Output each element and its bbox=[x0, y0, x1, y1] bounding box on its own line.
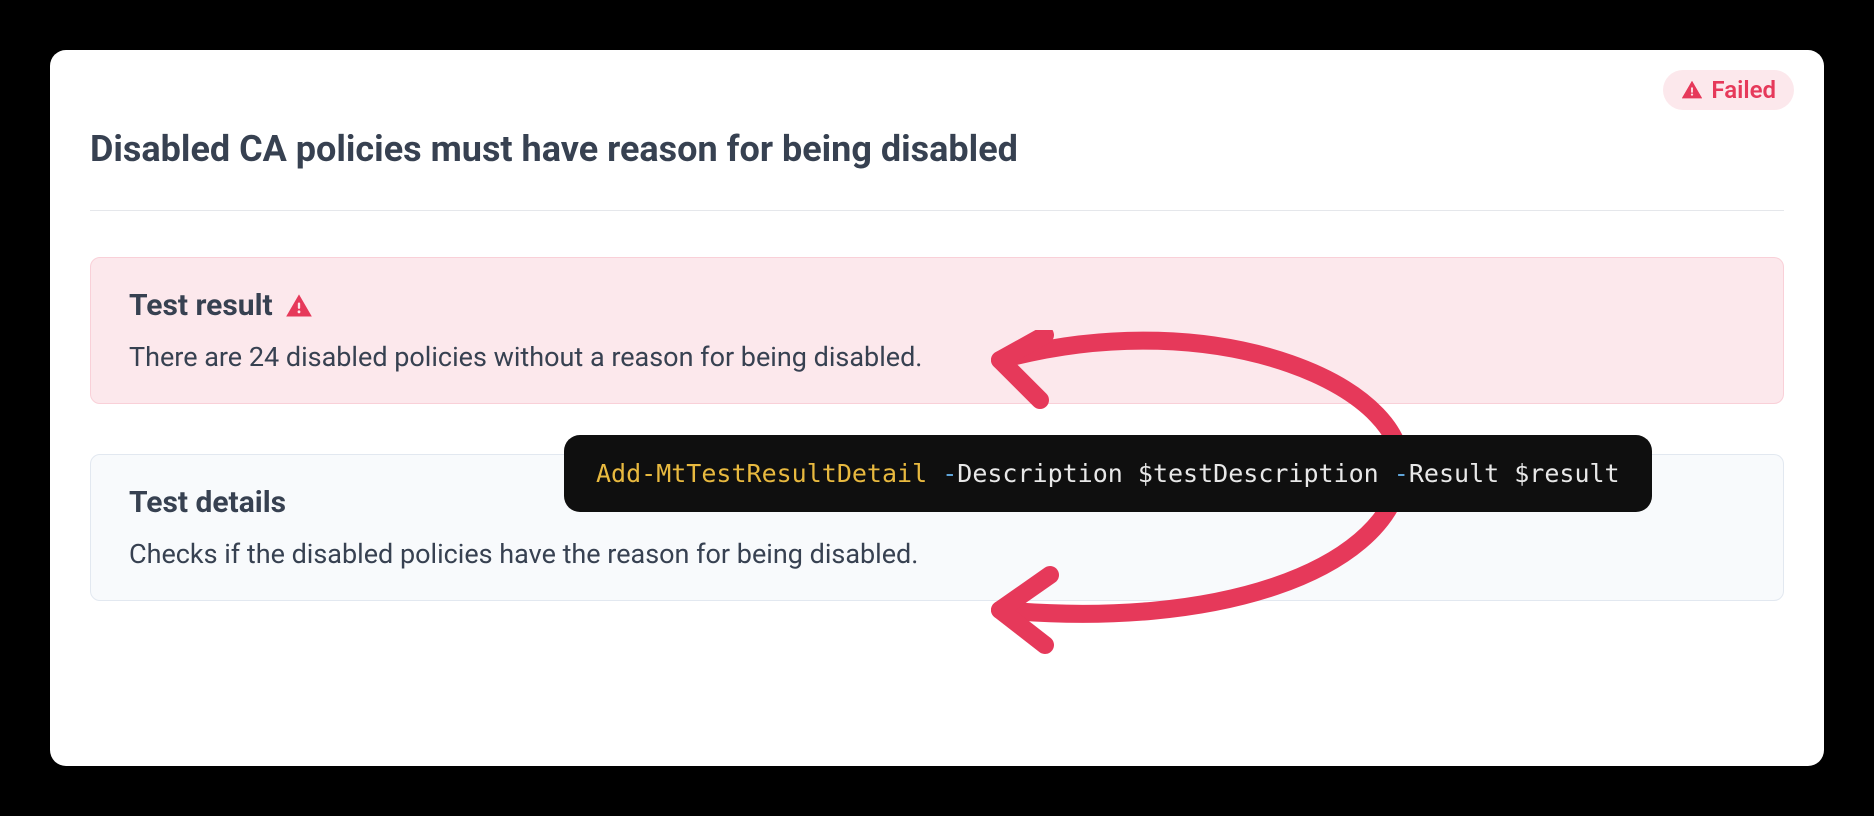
warning-triangle-icon bbox=[285, 292, 313, 320]
details-panel-title: Test details bbox=[129, 485, 286, 520]
code-param-value: $testDescription bbox=[1138, 459, 1379, 488]
code-param-flag: - bbox=[942, 459, 957, 488]
code-param-value: $result bbox=[1514, 459, 1619, 488]
code-param-name: Description bbox=[957, 459, 1123, 488]
card-title: Disabled CA policies must have reason fo… bbox=[90, 128, 1784, 211]
details-panel-body: Checks if the disabled policies have the… bbox=[129, 538, 1745, 570]
status-label: Failed bbox=[1711, 76, 1776, 104]
panel-header: Test result bbox=[129, 288, 1745, 323]
warning-triangle-icon bbox=[1681, 79, 1703, 101]
test-card: Failed Disabled CA policies must have re… bbox=[50, 50, 1824, 766]
result-panel-title: Test result bbox=[129, 288, 273, 323]
test-result-panel: Test result There are 24 disabled polici… bbox=[90, 257, 1784, 404]
code-snippet: Add-MtTestResultDetail -Description $tes… bbox=[564, 435, 1652, 512]
result-panel-body: There are 24 disabled policies without a… bbox=[129, 341, 1745, 373]
code-param-flag: - bbox=[1394, 459, 1409, 488]
status-badge: Failed bbox=[1663, 70, 1794, 110]
code-param-name: Result bbox=[1409, 459, 1499, 488]
code-command: Add-MtTestResultDetail bbox=[596, 459, 927, 488]
